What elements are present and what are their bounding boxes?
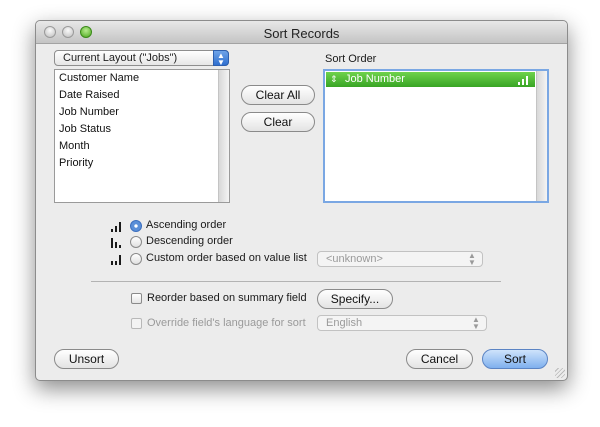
reorder-summary-checkbox[interactable] <box>131 293 142 304</box>
sort-order-heading: Sort Order <box>325 53 377 65</box>
ascending-order-label: Ascending order <box>146 219 227 231</box>
window-title: Sort Records <box>263 26 340 41</box>
ascending-order-radio[interactable] <box>130 220 142 232</box>
reorder-summary-label: Reorder based on summary field <box>147 292 307 304</box>
ascending-sort-icon <box>518 75 530 85</box>
layout-popup-value: Current Layout ("Jobs") <box>63 52 178 64</box>
override-language-label: Override field's language for sort <box>147 317 306 329</box>
drag-handle-icon[interactable]: ⇕ <box>330 72 338 87</box>
custom-order-icon <box>111 255 123 265</box>
descending-order-label: Descending order <box>146 235 233 247</box>
value-list-popup-value: <unknown> <box>326 253 383 265</box>
language-popup[interactable]: English ▲ ▼ <box>317 315 487 331</box>
custom-order-radio[interactable] <box>130 253 142 265</box>
field-list-item[interactable]: Job Status <box>55 121 229 138</box>
sort-order-list[interactable]: ⇕ Job Number <box>323 69 549 203</box>
field-list-item[interactable]: Date Raised <box>55 87 229 104</box>
field-list-item[interactable]: Job Number <box>55 104 229 121</box>
sort-order-item[interactable]: ⇕ Job Number <box>326 72 535 87</box>
descending-order-radio[interactable] <box>130 236 142 248</box>
field-list-item[interactable]: Priority <box>55 155 229 172</box>
clear-button[interactable]: Clear <box>241 112 315 132</box>
language-popup-value: English <box>326 317 363 329</box>
field-list-item[interactable]: Customer Name <box>55 70 229 87</box>
descending-order-icon <box>111 238 123 248</box>
ascending-order-icon <box>111 222 123 232</box>
field-list-item[interactable]: Month <box>55 138 229 155</box>
sort-button[interactable]: Sort <box>482 349 548 369</box>
specify-button[interactable]: Specify... <box>317 289 393 309</box>
divider <box>91 281 501 282</box>
layout-popup[interactable]: Current Layout ("Jobs") ▲ ▼ <box>54 50 229 67</box>
clear-all-button[interactable]: Clear All <box>241 85 315 105</box>
resize-grip-icon[interactable] <box>555 368 565 378</box>
field-list[interactable]: Customer Name Date Raised Job Number Job… <box>54 69 230 203</box>
sort-order-item-label: Job Number <box>345 73 405 85</box>
unsort-button[interactable]: Unsort <box>54 349 119 369</box>
popup-arrows-icon: ▲ ▼ <box>468 251 476 267</box>
sort-records-dialog: Sort Records Current Layout ("Jobs") ▲ ▼ … <box>35 20 568 381</box>
popup-arrows-icon: ▲ ▼ <box>213 50 229 67</box>
title-bar: Sort Records <box>36 21 567 44</box>
popup-arrows-icon: ▲ ▼ <box>472 315 480 331</box>
cancel-button[interactable]: Cancel <box>406 349 473 369</box>
override-language-checkbox[interactable] <box>131 318 142 329</box>
sort-order-scrollbar[interactable] <box>536 71 547 201</box>
custom-order-label: Custom order based on value list <box>146 252 307 264</box>
field-list-scrollbar[interactable] <box>218 70 229 202</box>
value-list-popup[interactable]: <unknown> ▲ ▼ <box>317 251 483 267</box>
